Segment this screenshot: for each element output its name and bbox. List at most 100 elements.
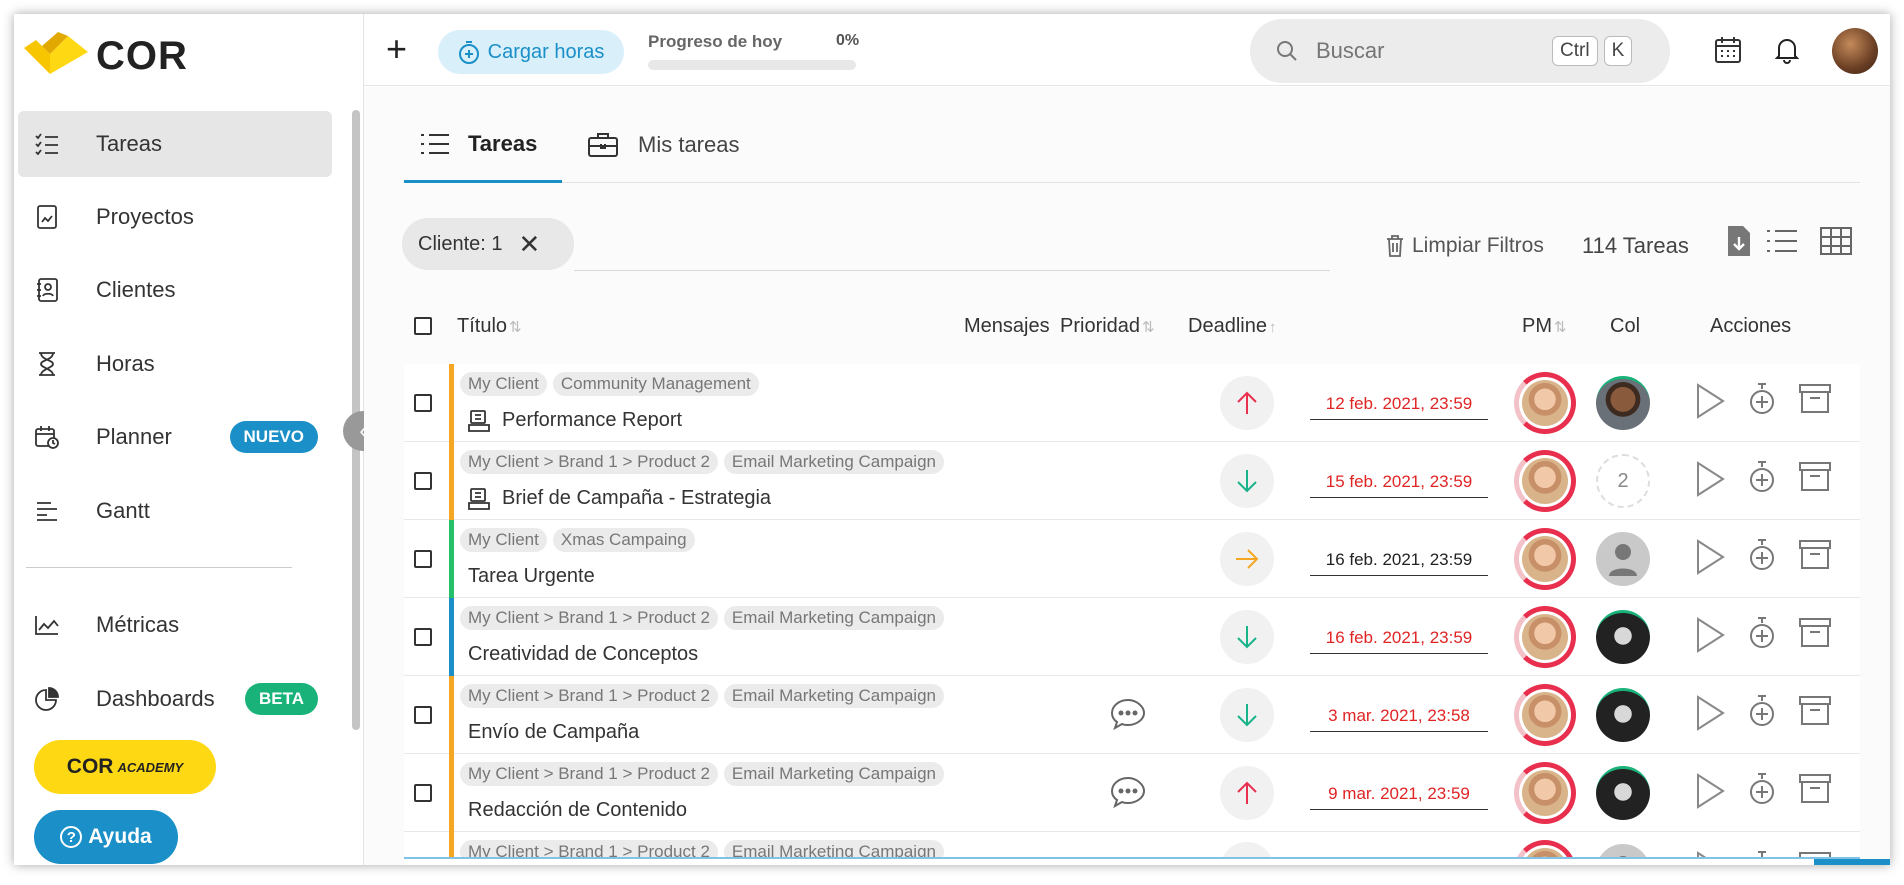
calendar-icon[interactable] (1714, 36, 1742, 69)
table-header: Título ⇅ Mensajes Prioridad ⇅ Deadline ↑ PM… (404, 299, 1860, 353)
priority-down-icon[interactable] (1220, 454, 1274, 508)
grid-view-icon[interactable] (1820, 227, 1852, 260)
priority-up-icon[interactable] (1220, 376, 1274, 430)
close-icon[interactable]: ✕ (519, 229, 541, 260)
stopwatch-plus-icon[interactable] (1748, 538, 1776, 572)
task-title[interactable]: Redacción de Contenido (468, 799, 687, 822)
bell-icon[interactable] (1774, 36, 1800, 69)
table-row[interactable]: My Client > Brand 1 > Product 2 Email Mar… (404, 754, 1860, 832)
stopwatch-plus-icon[interactable] (1748, 460, 1776, 494)
archive-icon[interactable] (1798, 616, 1832, 648)
stopwatch-plus-icon[interactable] (1748, 694, 1776, 728)
archive-icon[interactable] (1798, 538, 1832, 570)
collaborator-avatar[interactable] (1596, 766, 1650, 820)
stopwatch-plus-icon[interactable] (1748, 772, 1776, 806)
pm-avatar[interactable] (1514, 606, 1576, 668)
deadline-field[interactable]: 16 feb. 2021, 23:59 (1310, 546, 1488, 576)
play-icon[interactable] (1694, 382, 1726, 420)
pm-avatar[interactable] (1514, 528, 1576, 590)
pm-avatar[interactable] (1514, 450, 1576, 512)
table-row[interactable]: My Client Community Management Performance… (404, 364, 1860, 442)
stopwatch-plus-icon[interactable] (1748, 382, 1776, 416)
task-title-text: Brief de Campaña - Estrategia (502, 487, 772, 509)
list-view-icon[interactable] (1766, 229, 1798, 258)
deadline-field[interactable]: 9 mar. 2021, 23:59 (1310, 780, 1488, 810)
person-icon (1609, 544, 1637, 576)
archive-icon[interactable] (1798, 460, 1832, 492)
cor-academy-button[interactable]: COR ACADEMY (34, 740, 216, 794)
search-box[interactable]: Ctrl K (1250, 19, 1670, 83)
cor-logo[interactable]: COR (24, 30, 188, 82)
tab-tareas[interactable]: Tareas (404, 107, 562, 183)
sidebar-item-metricas[interactable]: Métricas (18, 592, 332, 658)
archive-icon[interactable] (1798, 694, 1832, 726)
row-checkbox[interactable] (414, 628, 432, 646)
search-input[interactable] (1316, 38, 1546, 64)
sidebar-item-dashboards[interactable]: Dashboards BETA (18, 666, 332, 732)
tab-mis-tareas[interactable]: Mis tareas (588, 107, 739, 183)
collaborator-avatar[interactable] (1596, 376, 1650, 430)
column-title-header[interactable]: Título ⇅ (457, 315, 522, 338)
row-tags: My Client > Brand 1 > Product 2 Email Mar… (460, 762, 950, 786)
play-icon[interactable] (1694, 460, 1726, 498)
chat-bubble-icon[interactable] (1110, 698, 1146, 735)
horizontal-scrollbar[interactable] (404, 857, 1860, 865)
row-checkbox[interactable] (414, 472, 432, 490)
pm-avatar[interactable] (1514, 762, 1576, 824)
deadline-field[interactable]: 16 feb. 2021, 23:59 (1310, 624, 1488, 654)
sidebar-item-tareas[interactable]: Tareas (18, 111, 332, 177)
row-actions (1694, 694, 1832, 732)
stopwatch-plus-icon[interactable] (1748, 616, 1776, 650)
table-row[interactable]: My Client > Brand 1 > Product 2 Email Mar… (404, 598, 1860, 676)
row-checkbox[interactable] (414, 706, 432, 724)
deadline-field[interactable]: 15 feb. 2021, 23:59 (1310, 468, 1488, 498)
help-button[interactable]: ? Ayuda (34, 810, 178, 864)
task-title[interactable]: Tarea Urgente (468, 565, 595, 588)
column-priority-header[interactable]: Prioridad ⇅ (1060, 315, 1155, 338)
row-checkbox[interactable] (414, 394, 432, 412)
task-title[interactable]: Creatividad de Conceptos (468, 643, 698, 666)
priority-up-icon[interactable] (1220, 766, 1274, 820)
collaborator-placeholder-avatar[interactable] (1596, 532, 1650, 586)
task-title[interactable]: Envío de Campaña (468, 721, 639, 744)
row-checkbox[interactable] (414, 550, 432, 568)
collaborator-count[interactable]: 2 (1596, 454, 1650, 508)
add-icon[interactable]: + (386, 28, 407, 70)
clear-filters-button[interactable]: Limpiar Filtros (1386, 234, 1544, 258)
column-pm-header[interactable]: PM ⇅ (1522, 315, 1567, 338)
sidebar-item-horas[interactable]: Horas (18, 331, 332, 397)
priority-down-icon[interactable] (1220, 688, 1274, 742)
table-row[interactable]: My Client > Brand 1 > Product 2 Email Mar… (404, 676, 1860, 754)
table-row[interactable]: My Client > Brand 1 > Product 2 Email Mar… (404, 442, 1860, 520)
pm-avatar[interactable] (1514, 684, 1576, 746)
sidebar-item-proyectos[interactable]: Proyectos (18, 184, 332, 250)
floating-action-tab[interactable] (1814, 859, 1890, 865)
sidebar-item-clientes[interactable]: Clientes (18, 257, 332, 323)
chat-bubble-icon[interactable] (1110, 776, 1146, 813)
collaborator-avatar[interactable] (1596, 610, 1650, 664)
deadline-field[interactable]: 3 mar. 2021, 23:58 (1310, 702, 1488, 732)
download-file-icon[interactable] (1726, 225, 1752, 262)
priority-right-icon[interactable] (1220, 532, 1274, 586)
play-icon[interactable] (1694, 694, 1726, 732)
cargar-horas-button[interactable]: Cargar horas (438, 30, 624, 74)
user-avatar[interactable] (1832, 28, 1878, 74)
play-icon[interactable] (1694, 772, 1726, 810)
table-row[interactable]: My Client Xmas Campaing Tarea Urgente 16 fe… (404, 520, 1860, 598)
column-deadline-header[interactable]: Deadline ↑ (1188, 315, 1276, 338)
archive-icon[interactable] (1798, 382, 1832, 414)
priority-down-icon[interactable] (1220, 610, 1274, 664)
row-tags: My Client Xmas Campaing (460, 528, 701, 552)
task-title[interactable]: Performance Report (468, 409, 682, 432)
sidebar-item-planner[interactable]: Planner NUEVO (18, 404, 332, 470)
collaborator-avatar[interactable] (1596, 688, 1650, 742)
play-icon[interactable] (1694, 538, 1726, 576)
archive-icon[interactable] (1798, 772, 1832, 804)
row-checkbox[interactable] (414, 784, 432, 802)
pm-avatar[interactable] (1514, 372, 1576, 434)
select-all-checkbox[interactable] (414, 317, 432, 335)
play-icon[interactable] (1694, 616, 1726, 654)
sidebar-item-gantt[interactable]: Gantt (18, 478, 332, 544)
task-title[interactable]: Brief de Campaña - Estrategia (468, 487, 771, 510)
deadline-field[interactable]: 12 feb. 2021, 23:59 (1310, 390, 1488, 420)
